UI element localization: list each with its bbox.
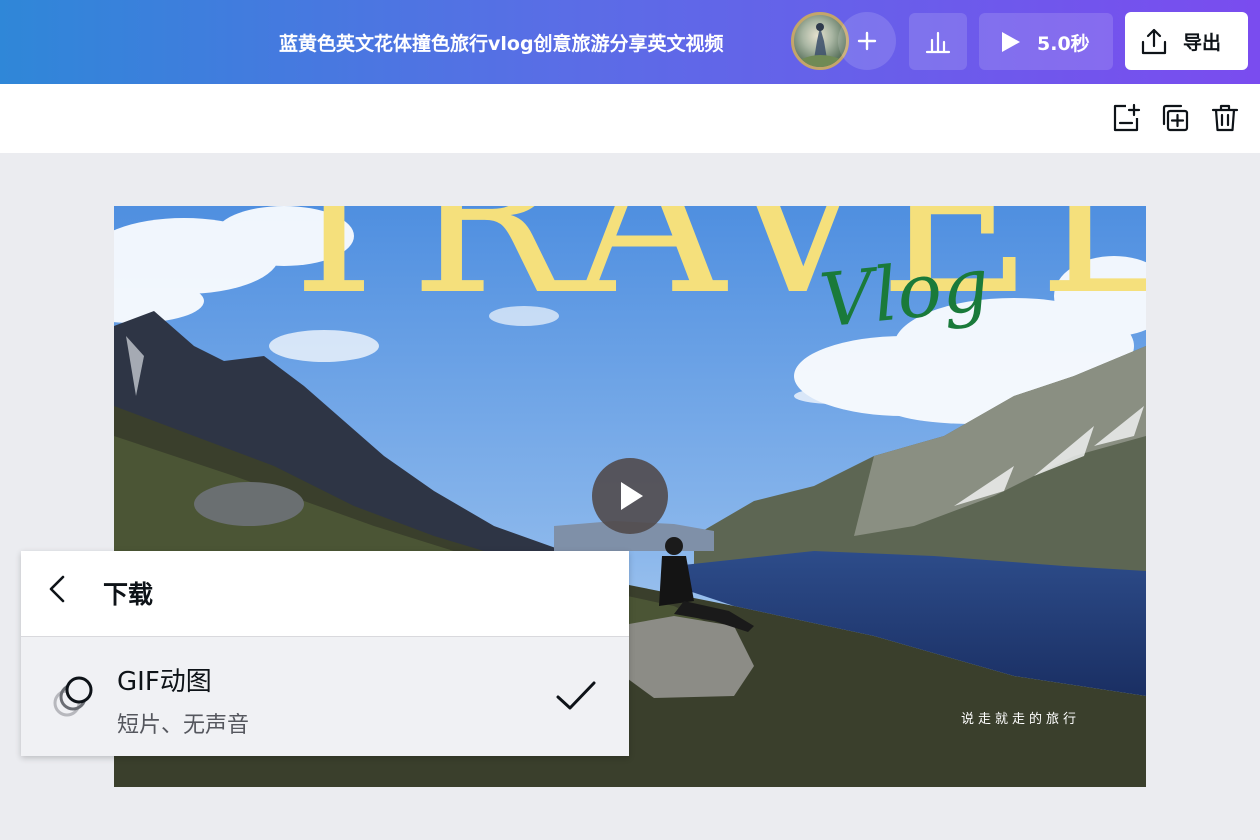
option-name: GIF动图 (117, 667, 212, 697)
duplicate-page-icon[interactable] (1159, 102, 1191, 134)
play-icon (621, 482, 643, 510)
share-upload-icon (1141, 28, 1167, 55)
download-panel: 下载 GIF动图 短片、无声音 (21, 551, 629, 756)
checkmark-icon (556, 681, 596, 710)
gif-rings-icon (53, 676, 93, 717)
insights-button[interactable] (909, 13, 967, 70)
duration-label: 5.0秒 (1037, 33, 1090, 55)
subtitle-text[interactable]: 说走就走的旅行 (961, 708, 1080, 727)
trash-icon[interactable] (1209, 102, 1241, 134)
panel-header: 下载 (21, 551, 629, 637)
option-description: 短片、无声音 (117, 713, 250, 738)
gif-option[interactable]: GIF动图 短片、无声音 (21, 637, 629, 756)
preview-play-button[interactable]: 5.0秒 (979, 13, 1113, 70)
add-page-icon[interactable] (1110, 102, 1142, 134)
document-title[interactable]: 蓝黄色英文花体撞色旅行vlog创意旅游分享英文视频 (279, 29, 724, 56)
export-label: 导出 (1183, 32, 1222, 54)
bar-chart-icon (925, 31, 951, 54)
add-collaborator-button[interactable] (838, 12, 896, 70)
vlog-script-text[interactable]: Vlog (816, 241, 993, 344)
export-button[interactable]: 导出 (1125, 12, 1248, 70)
page-toolbar (0, 84, 1260, 153)
panel-title: 下载 (103, 580, 154, 609)
top-bar: 蓝黄色英文花体撞色旅行vlog创意旅游分享英文视频 5.0秒 导出 (0, 0, 1260, 84)
play-icon (1002, 32, 1020, 52)
chevron-left-icon[interactable] (43, 573, 73, 605)
video-play-button[interactable] (592, 458, 668, 534)
plus-icon (857, 31, 877, 51)
